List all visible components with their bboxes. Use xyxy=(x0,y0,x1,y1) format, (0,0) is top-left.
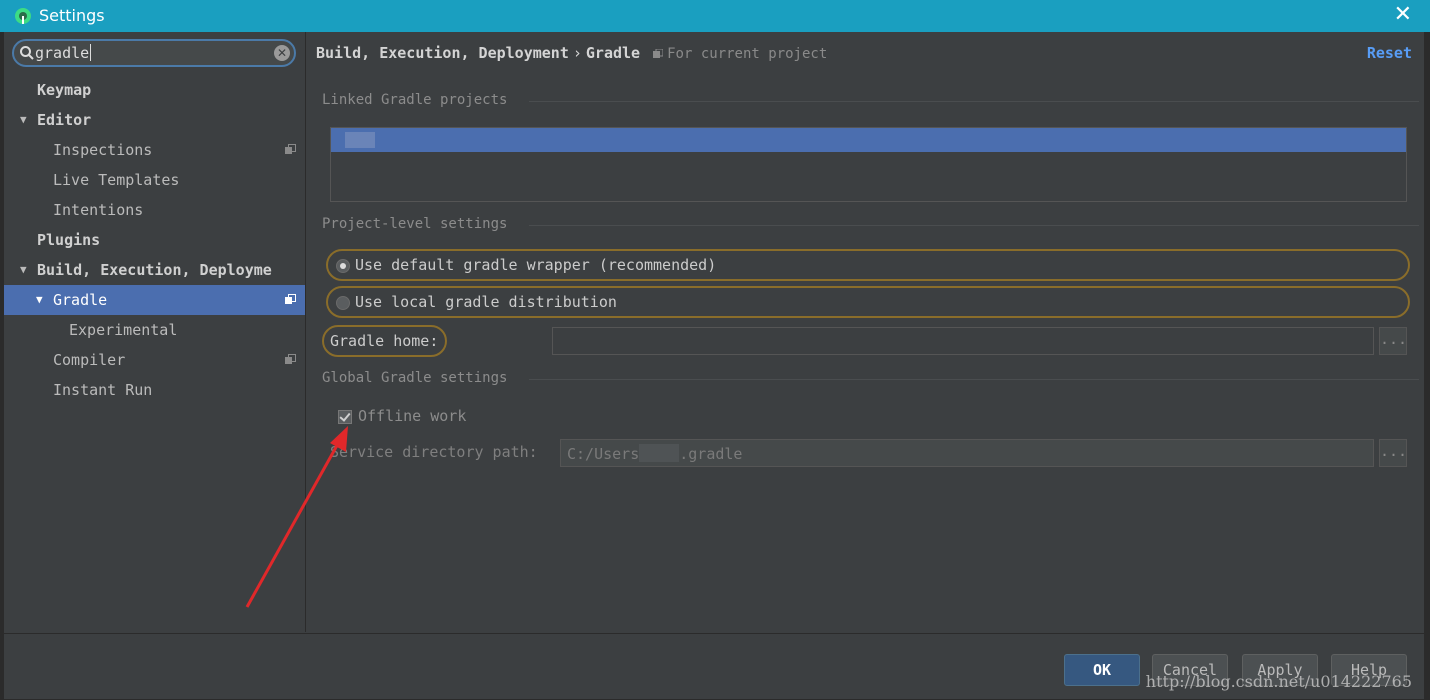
annotation-arrow-head xyxy=(330,426,348,452)
annotation-arrow xyxy=(245,426,348,608)
annotation-arrow-line xyxy=(245,439,342,608)
